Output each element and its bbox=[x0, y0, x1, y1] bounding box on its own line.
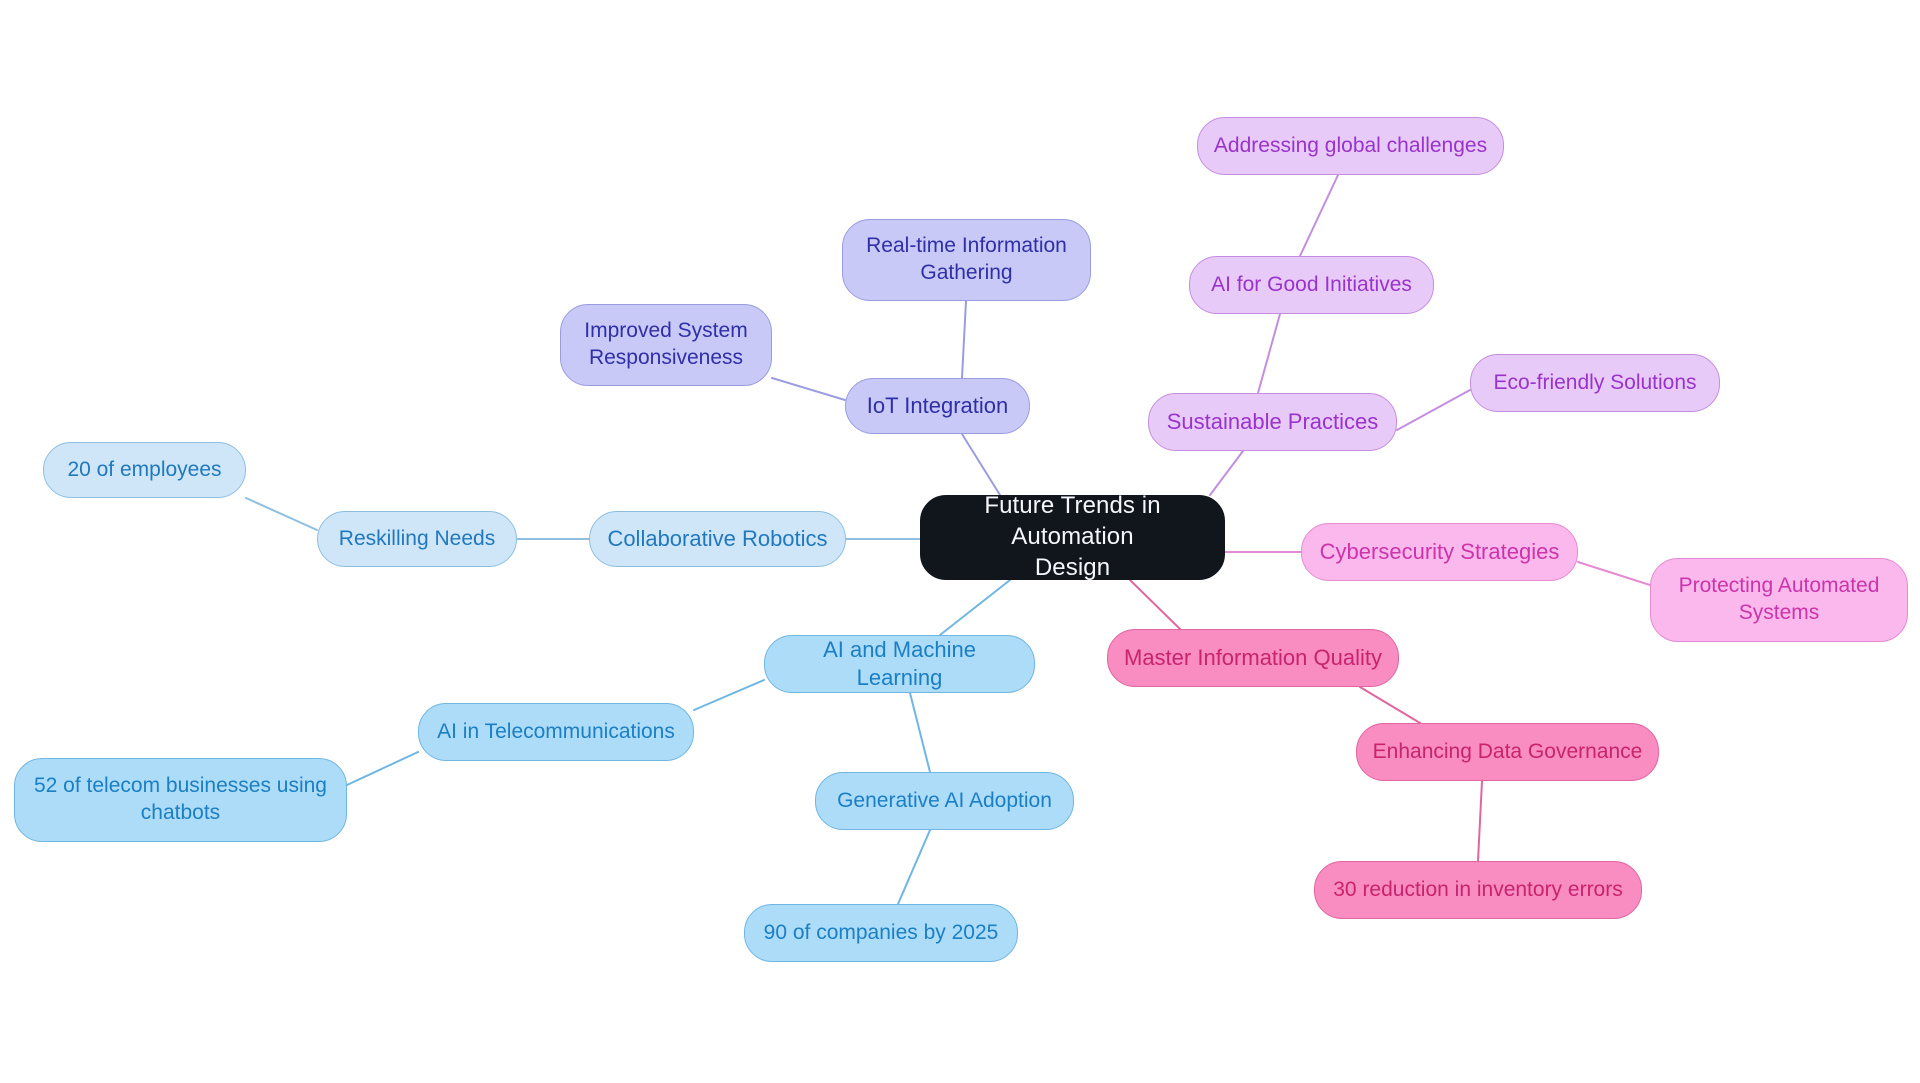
mindmap-edge bbox=[346, 751, 419, 786]
node-label: Addressing global challenges bbox=[1213, 133, 1488, 157]
mindmap-edge bbox=[1209, 450, 1244, 496]
mindmap-edge bbox=[1477, 780, 1483, 862]
node-label: IoT Integration bbox=[866, 392, 1009, 418]
mindmap-edge bbox=[1577, 561, 1651, 586]
node-companies_stat[interactable]: 90 of companies by 2025 bbox=[744, 904, 1018, 962]
node-data_governance[interactable]: Enhancing Data Governance bbox=[1356, 723, 1659, 781]
node-label: Protecting Automated Systems bbox=[1678, 574, 1880, 624]
node-label: 52 of telecom businesses using chatbots bbox=[33, 774, 327, 824]
node-label: Sustainable Practices bbox=[1166, 408, 1379, 434]
node-label: Eco-friendly Solutions bbox=[1493, 370, 1697, 394]
node-label: Improved System Responsiveness bbox=[584, 319, 748, 369]
mindmap-edge bbox=[1129, 579, 1181, 630]
node-label: Real-time Information Gathering bbox=[866, 234, 1067, 284]
mindmap-edge bbox=[693, 679, 765, 711]
mindmap-edge bbox=[897, 829, 931, 905]
node-sustainable_practices[interactable]: Sustainable Practices bbox=[1148, 393, 1397, 451]
node-label: Cybersecurity Strategies bbox=[1319, 538, 1560, 564]
node-inventory_stat[interactable]: 30 reduction in inventory errors bbox=[1314, 861, 1642, 919]
node-label: Future Trends in Automation Design bbox=[984, 492, 1161, 581]
mindmap-edge bbox=[939, 579, 1011, 636]
root-node[interactable]: Future Trends in Automation Design bbox=[920, 492, 1225, 581]
node-label: AI in Telecommunications bbox=[437, 719, 675, 743]
mindmap-edge bbox=[961, 433, 1001, 496]
node-improved_response[interactable]: Improved System Responsiveness bbox=[560, 304, 772, 386]
node-employees_stat[interactable]: 20 of employees bbox=[43, 442, 246, 498]
node-ai_for_good[interactable]: AI for Good Initiatives bbox=[1189, 256, 1434, 314]
node-label: 90 of companies by 2025 bbox=[763, 920, 999, 944]
node-ai_machine_learning[interactable]: AI and Machine Learning bbox=[764, 635, 1035, 693]
mindmap-edge bbox=[1257, 313, 1281, 394]
mindmap-edge bbox=[771, 377, 846, 401]
node-ai_telecom[interactable]: AI in Telecommunications bbox=[418, 703, 694, 761]
node-label: Enhancing Data Governance bbox=[1372, 739, 1643, 763]
mindmap-edge bbox=[1359, 686, 1421, 724]
node-global_challenges[interactable]: Addressing global challenges bbox=[1197, 117, 1504, 175]
node-realtime_info[interactable]: Real-time Information Gathering bbox=[842, 219, 1091, 301]
node-label: Collaborative Robotics bbox=[607, 525, 828, 551]
node-master_info_quality[interactable]: Master Information Quality bbox=[1107, 629, 1399, 687]
node-reskilling_needs[interactable]: Reskilling Needs bbox=[317, 511, 517, 567]
node-label: Generative AI Adoption bbox=[837, 788, 1052, 812]
node-label: 20 of employees bbox=[67, 457, 222, 481]
mindmap-canvas: Future Trends in Automation Design IoT In… bbox=[0, 0, 1920, 1083]
node-label: Reskilling Needs bbox=[338, 526, 496, 550]
node-label: AI for Good Initiatives bbox=[1211, 272, 1412, 296]
node-telecom_stat[interactable]: 52 of telecom businesses using chatbots bbox=[14, 758, 347, 842]
node-label: 30 reduction in inventory errors bbox=[1333, 877, 1623, 901]
mindmap-edge bbox=[1396, 389, 1471, 431]
node-collaborative_robotics[interactable]: Collaborative Robotics bbox=[589, 511, 846, 567]
node-protecting_systems[interactable]: Protecting Automated Systems bbox=[1650, 558, 1908, 642]
node-iot_integration[interactable]: IoT Integration bbox=[845, 378, 1030, 434]
mindmap-edge bbox=[1299, 174, 1339, 257]
node-eco_friendly[interactable]: Eco-friendly Solutions bbox=[1470, 354, 1720, 412]
node-label: Master Information Quality bbox=[1124, 644, 1382, 670]
mindmap-edge bbox=[245, 497, 318, 531]
node-label: AI and Machine Learning bbox=[823, 636, 976, 690]
node-generative_ai[interactable]: Generative AI Adoption bbox=[815, 772, 1074, 830]
node-cybersecurity[interactable]: Cybersecurity Strategies bbox=[1301, 523, 1578, 581]
mindmap-edge bbox=[909, 692, 931, 773]
mindmap-edge bbox=[961, 300, 967, 379]
